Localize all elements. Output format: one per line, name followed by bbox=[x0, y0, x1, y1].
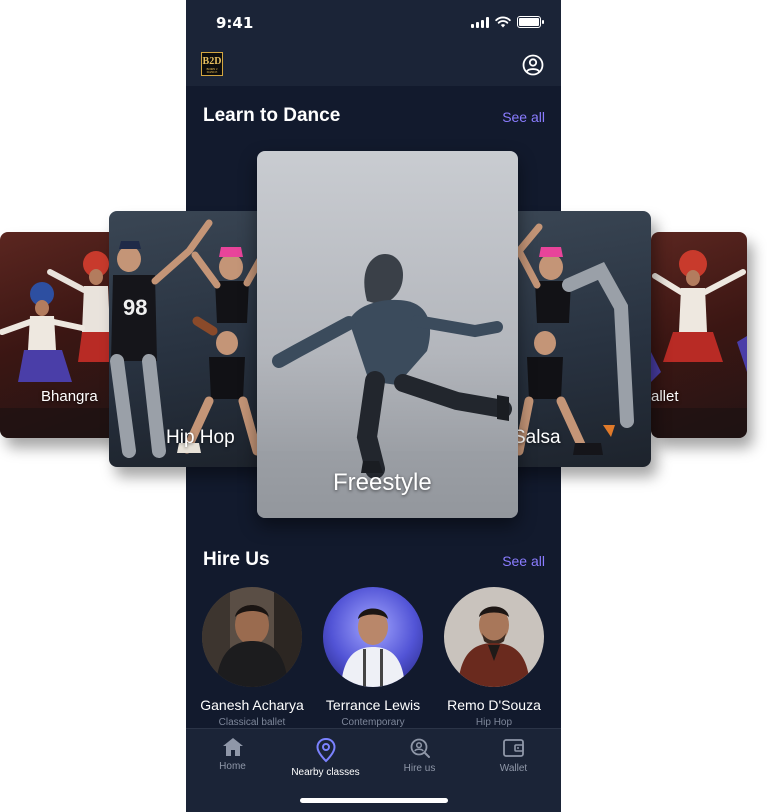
person-name: Ganesh Acharya bbox=[200, 697, 304, 713]
nav-wallet[interactable]: Wallet bbox=[467, 737, 560, 774]
card-label: Hip Hop bbox=[166, 427, 235, 448]
dance-card-hip-hop[interactable]: 98 Hip Hop bbox=[109, 211, 269, 467]
dancers-illustration bbox=[651, 250, 747, 438]
nav-home[interactable]: Home bbox=[186, 737, 279, 772]
profile-icon[interactable] bbox=[522, 54, 544, 76]
dancers-illustration bbox=[0, 251, 118, 438]
dance-card-ballet[interactable]: allet bbox=[651, 232, 747, 438]
app-logo[interactable]: B2D BORN 2 DANCE bbox=[201, 52, 223, 76]
card-label: allet bbox=[651, 388, 679, 405]
dance-card-bhangra[interactable]: Bhangra bbox=[0, 232, 118, 438]
person-name: Remo D'Souza bbox=[447, 697, 541, 713]
learn-see-all-link[interactable]: See all bbox=[502, 109, 545, 125]
battery-icon bbox=[517, 16, 544, 28]
card-label: Salsa bbox=[513, 427, 561, 448]
home-indicator[interactable] bbox=[300, 798, 448, 803]
hire-card-ganesh[interactable]: Ganesh Acharya Classical ballet bbox=[192, 587, 312, 728]
avatar bbox=[202, 587, 302, 687]
person-role: Hip Hop bbox=[475, 717, 513, 728]
freestyle-dancer-illustration bbox=[257, 253, 518, 518]
nav-nearby-classes[interactable]: Nearby classes bbox=[279, 737, 372, 778]
hire-card-remo[interactable]: Remo D'Souza Hip Hop bbox=[434, 587, 554, 728]
avatar bbox=[323, 587, 423, 687]
nav-label: Wallet bbox=[499, 763, 528, 774]
card-label: Bhangra bbox=[41, 388, 98, 405]
location-pin-icon bbox=[315, 737, 336, 763]
dance-card-freestyle[interactable]: Freestyle bbox=[257, 151, 518, 518]
status-time: 9:41 bbox=[216, 14, 254, 32]
cellular-signal-icon bbox=[471, 16, 489, 28]
svg-text:98: 98 bbox=[123, 295, 147, 320]
home-icon bbox=[222, 738, 243, 756]
avatar bbox=[444, 587, 544, 687]
hire-see-all-link[interactable]: See all bbox=[502, 553, 545, 569]
logo-text: B2D bbox=[202, 56, 222, 67]
person-role: Contemporary bbox=[341, 717, 405, 728]
person-name: Terrance Lewis bbox=[325, 697, 421, 713]
app-bar: B2D BORN 2 DANCE bbox=[186, 44, 561, 86]
hire-card-terrance[interactable]: Terrance Lewis Contemporary bbox=[313, 587, 433, 728]
card-label: Freestyle bbox=[333, 469, 432, 496]
stage: 9:41 B2D BORN 2 DANCE Learn to Dance See… bbox=[0, 0, 767, 812]
status-indicators bbox=[471, 16, 544, 28]
status-bar: 9:41 bbox=[186, 0, 561, 44]
learn-section-title: Learn to Dance bbox=[203, 105, 341, 126]
logo-subtext: BORN 2 DANCE bbox=[206, 67, 218, 74]
nav-hire-us[interactable]: Hire us bbox=[373, 737, 466, 774]
wallet-icon bbox=[502, 739, 524, 757]
search-person-icon bbox=[410, 738, 430, 758]
nav-label: Nearby classes bbox=[291, 767, 360, 778]
nav-label: Hire us bbox=[403, 763, 436, 774]
wifi-icon bbox=[495, 16, 511, 28]
nav-label: Home bbox=[219, 761, 246, 772]
hire-section-title: Hire Us bbox=[203, 549, 270, 570]
person-role: Classical ballet bbox=[218, 717, 286, 728]
